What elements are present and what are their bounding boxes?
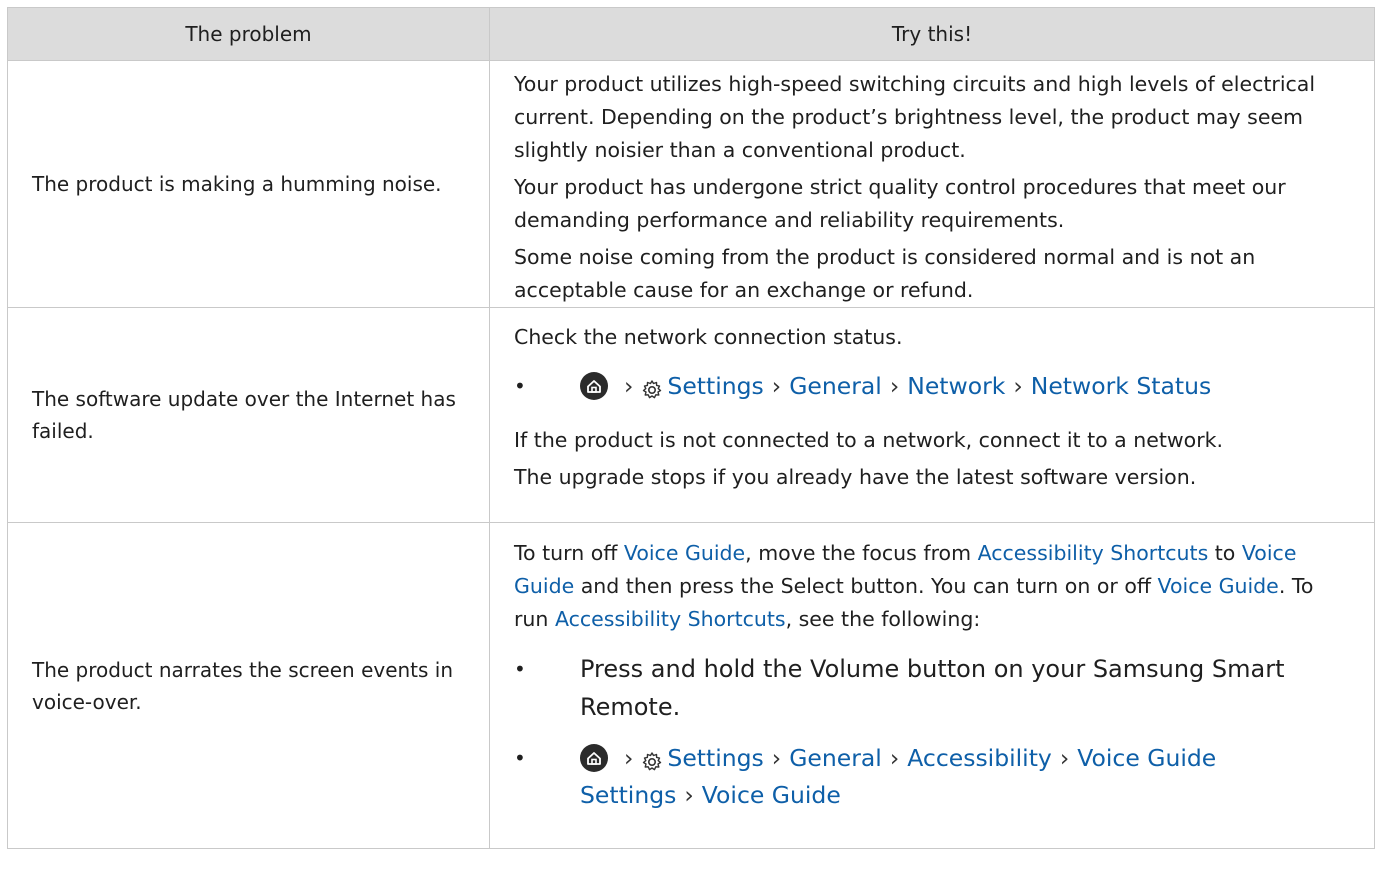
intro-text: to — [1208, 541, 1242, 565]
intro-text: , move the focus from — [745, 541, 978, 565]
bullet: • — [514, 657, 526, 681]
column-header-try-this: Try this! — [489, 7, 1375, 61]
menu-link-settings[interactable]: Settings — [667, 744, 763, 772]
solution-paragraph: Some noise coming from the product is co… — [514, 245, 1256, 302]
solution-paragraph: To turn off Voice Guide, move the focus … — [514, 537, 1348, 636]
solution-cell: To turn off Voice Guide, move the focus … — [489, 522, 1375, 849]
path-separator: › — [771, 372, 782, 400]
voice-guide-link[interactable]: Voice Guide — [624, 541, 745, 565]
solution-paragraph: Your product has undergone strict qualit… — [514, 175, 1286, 232]
solution-paragraph: Your product utilizes high-speed switchi… — [514, 72, 1316, 162]
home-icon[interactable] — [580, 371, 608, 400]
intro-text: and then press the Select button. You ca… — [574, 574, 1158, 598]
path-separator: › — [771, 744, 782, 772]
home-icon[interactable] — [580, 743, 608, 772]
menu-link-general[interactable]: General — [789, 372, 882, 400]
problem-cell: The product narrates the screen events i… — [7, 522, 490, 849]
menu-link-general[interactable]: General — [789, 744, 882, 772]
menu-link-voice-guide[interactable]: Voice Guide — [702, 781, 841, 809]
intro-text: , see the following: — [785, 607, 981, 631]
problem-cell: The product is making a humming noise. — [7, 60, 490, 308]
column-header-problem: The problem — [7, 7, 490, 61]
solution-paragraph: Check the network connection status. — [514, 325, 903, 349]
menu-path-bullet: • › Settings › General › Network › Netwo… — [514, 368, 1348, 405]
table-row: The product narrates the screen events i… — [7, 522, 1375, 849]
table-row: The product is making a humming noise. Y… — [7, 60, 1375, 308]
bullet: • — [514, 374, 526, 398]
path-separator: › — [1059, 744, 1070, 772]
bullet-text: Press and hold the Volume button on your… — [580, 655, 1285, 721]
troubleshooting-table: The problem Try this! The product is mak… — [7, 7, 1375, 849]
menu-path: › Settings › General › Network › Network Statu… — [580, 368, 1348, 405]
path-separator: › — [624, 372, 634, 400]
accessibility-shortcuts-link[interactable]: Accessibility Shortcuts — [555, 607, 786, 631]
table-header-row: The problem Try this! — [7, 7, 1375, 61]
solution-cell: Your product utilizes high-speed switchi… — [489, 60, 1375, 308]
bullet: • — [514, 746, 526, 770]
solution-paragraph: If the product is not connected to a net… — [514, 428, 1224, 452]
voice-guide-link[interactable]: Voice Guide — [1158, 574, 1279, 598]
menu-link-settings[interactable]: Settings — [667, 372, 763, 400]
menu-link-network-status[interactable]: Network Status — [1031, 372, 1211, 400]
menu-link-network[interactable]: Network — [907, 372, 1005, 400]
path-separator: › — [889, 372, 900, 400]
bullet-item: • Press and hold the Volume button on yo… — [514, 650, 1348, 726]
path-separator: › — [684, 781, 694, 809]
problem-cell: The software update over the Internet ha… — [7, 307, 490, 523]
gear-icon — [641, 375, 663, 398]
menu-path-bullet: • › Settings › General › Accessibility ›… — [514, 740, 1348, 814]
accessibility-shortcuts-link[interactable]: Accessibility Shortcuts — [978, 541, 1209, 565]
solution-paragraph: The upgrade stops if you already have th… — [514, 465, 1197, 489]
gear-icon — [641, 747, 663, 770]
menu-path: › Settings › General › Accessibility › Voice G… — [580, 740, 1348, 814]
intro-text: To turn off — [514, 541, 624, 565]
menu-link-accessibility[interactable]: Accessibility — [907, 744, 1052, 772]
solution-cell: Check the network connection status. • › — [489, 307, 1375, 523]
path-separator: › — [1013, 372, 1023, 400]
path-separator: › — [889, 744, 900, 772]
path-separator: › — [624, 744, 634, 772]
table-row: The software update over the Internet ha… — [7, 307, 1375, 523]
